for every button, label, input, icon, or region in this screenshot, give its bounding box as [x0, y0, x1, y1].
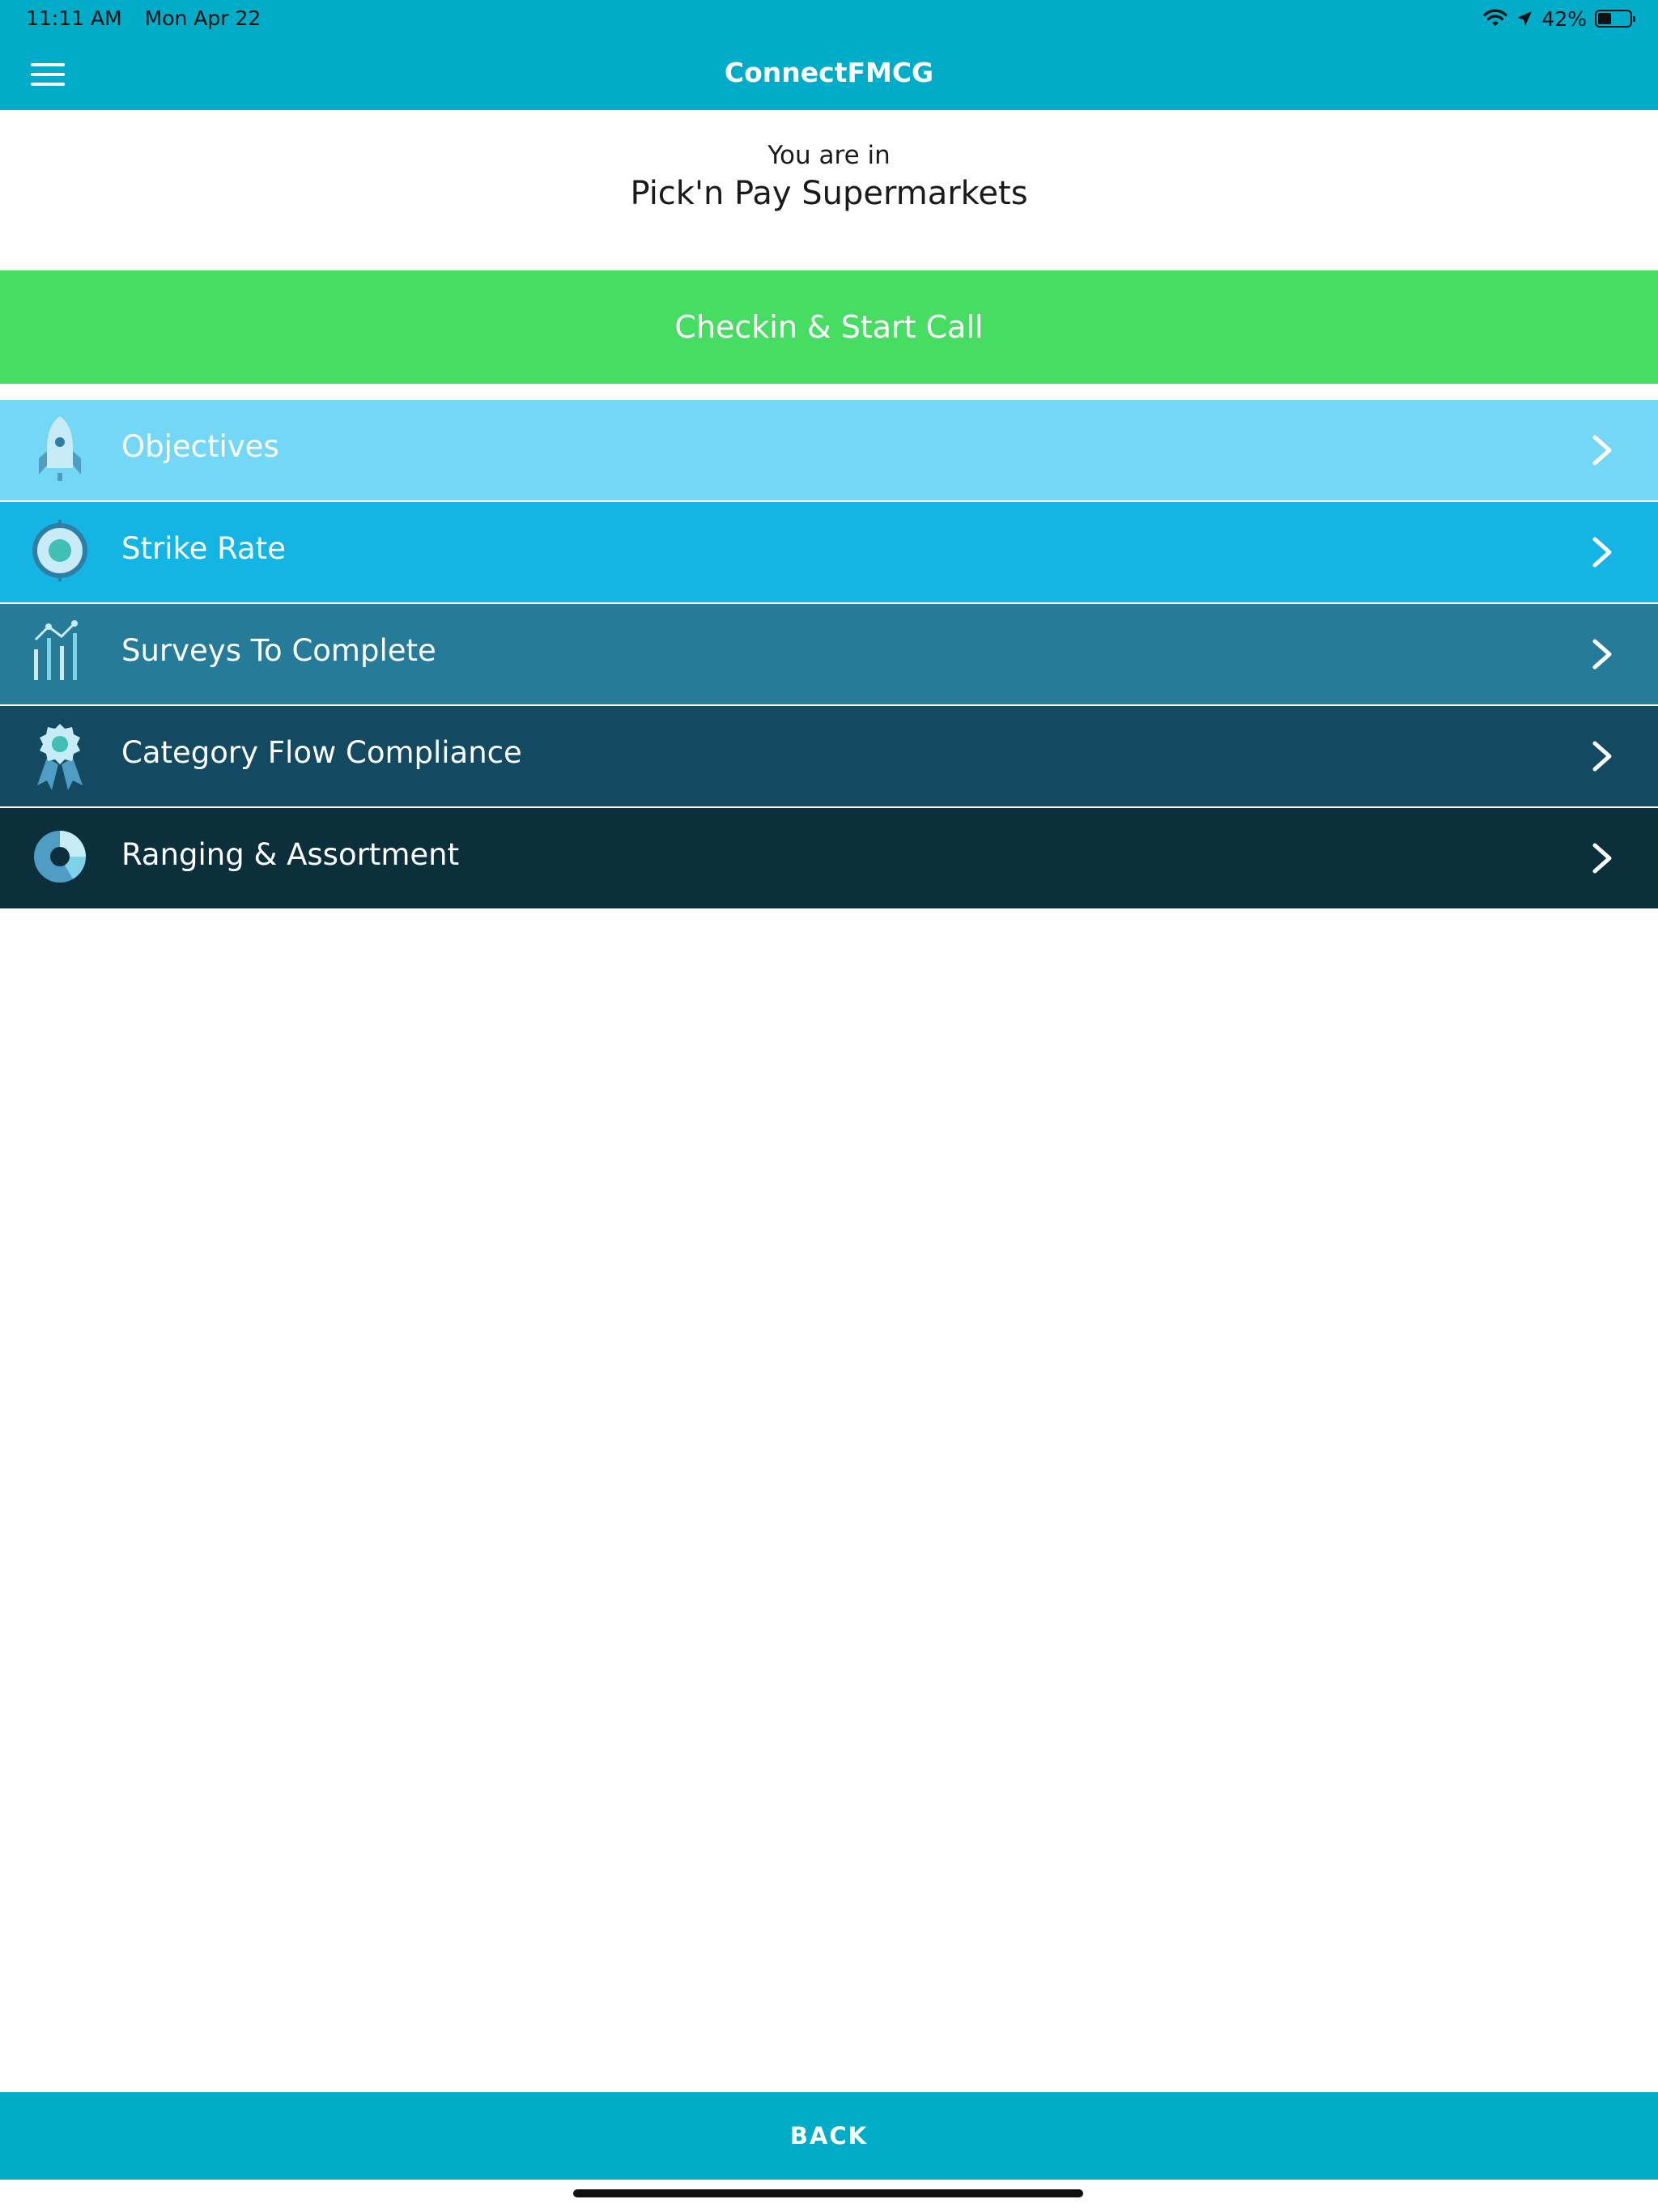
status-left: 11:11 AM Mon Apr 22 [26, 6, 261, 30]
pie-chart-icon [34, 831, 86, 883]
wifi-icon [1483, 9, 1508, 26]
location-label: You are in [767, 141, 891, 170]
chevron-right-icon [1592, 537, 1612, 568]
menu-item-category-flow-compliance[interactable]: Category Flow Compliance [0, 706, 1658, 808]
chevron-right-icon [1592, 843, 1612, 874]
menu-item-label: Objectives [121, 429, 279, 464]
menu-item-label: Surveys To Complete [121, 633, 436, 668]
home-indicator[interactable] [573, 2189, 1083, 2197]
bar-chart-icon [34, 620, 78, 680]
target-icon [32, 520, 87, 581]
menu-item-label: Category Flow Compliance [121, 735, 522, 770]
menu-item-surveys-to-complete[interactable]: Surveys To Complete [0, 604, 1658, 706]
chevron-right-icon [1592, 435, 1612, 466]
app-title: ConnectFMCG [724, 57, 934, 88]
checkin-start-call-button[interactable]: Checkin & Start Call [0, 270, 1658, 384]
menu-item-objectives[interactable]: Objectives [0, 400, 1658, 502]
menu-item-label: Ranging & Assortment [121, 837, 460, 872]
status-date: Mon Apr 22 [144, 6, 261, 30]
menu-list: Objectives Strike Rate Surveys To Comple… [0, 400, 1658, 910]
chevron-right-icon [1592, 741, 1612, 772]
menu-item-strike-rate[interactable]: Strike Rate [0, 502, 1658, 604]
app-header: ConnectFMCG [0, 40, 1658, 110]
status-bar: 11:11 AM Mon Apr 22 42% [0, 0, 1658, 40]
status-right: 42% [1483, 5, 1635, 32]
location-arrow-icon [1517, 11, 1533, 26]
award-ribbon-icon [37, 724, 83, 790]
menu-item-label: Strike Rate [121, 531, 286, 566]
chevron-right-icon [1592, 639, 1612, 670]
menu-item-ranging-assortment[interactable]: Ranging & Assortment [0, 808, 1658, 910]
battery-fill [1598, 13, 1611, 24]
status-time: 11:11 AM [26, 6, 122, 30]
screen: 11:11 AM Mon Apr 22 42% ConnectFMCG You … [0, 0, 1658, 2212]
location-name: Pick'n Pay Supermarkets [630, 175, 1028, 212]
location-block: You are in Pick'n Pay Supermarkets [0, 110, 1658, 270]
battery-percent: 42% [1541, 6, 1587, 31]
battery-icon [1595, 10, 1635, 28]
rocket-icon [39, 416, 81, 481]
back-button[interactable]: BACK [0, 2092, 1658, 2180]
